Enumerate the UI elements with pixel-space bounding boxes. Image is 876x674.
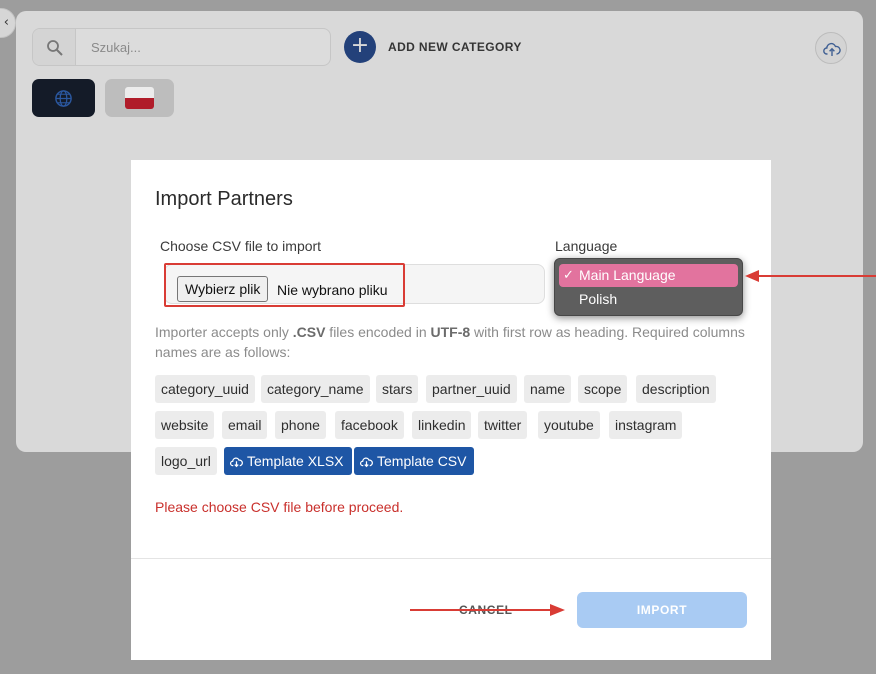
language-option-polish[interactable]: Polish [559, 288, 738, 311]
validation-error: Please choose CSV file before proceed. [155, 499, 404, 515]
column-chip: website [155, 411, 215, 439]
column-chip: instagram [609, 411, 683, 439]
column-chip: phone [275, 411, 326, 439]
import-button[interactable]: IMPORT [577, 592, 747, 628]
annotation-arrow-language [745, 270, 876, 282]
search-icon [33, 29, 76, 65]
language-tab-polish[interactable] [105, 79, 174, 117]
annotation-highlight-box [164, 263, 405, 307]
sidebar-collapse-button[interactable]: ‹ [0, 8, 16, 38]
poland-flag-icon [125, 87, 154, 109]
search-input[interactable] [76, 29, 330, 65]
language-field-label: Language [555, 238, 618, 254]
template-csv-button[interactable]: Template CSV [354, 447, 475, 475]
column-chip: youtube [538, 411, 600, 439]
language-tab-global[interactable] [32, 79, 95, 117]
column-chip: category_uuid [155, 375, 255, 403]
column-chip: email [222, 411, 268, 439]
column-chip: facebook [335, 411, 404, 439]
add-category-label[interactable]: ADD NEW CATEGORY [388, 40, 522, 54]
cloud-download-icon [359, 457, 373, 468]
cloud-upload-icon [823, 42, 841, 56]
dialog-divider [131, 558, 771, 559]
template-xlsx-button[interactable]: Template XLSX [224, 447, 352, 475]
column-chip: scope [578, 375, 628, 403]
file-field-label: Choose CSV file to import [160, 238, 322, 254]
annotation-arrow-import [410, 604, 565, 616]
column-chip: twitter [478, 411, 528, 439]
language-option-label: Polish [579, 291, 618, 307]
language-option-label: Main Language [579, 267, 676, 283]
globe-icon [55, 90, 72, 107]
import-help-text: Importer accepts only .CSV files encoded… [155, 324, 745, 360]
plus-icon: + [350, 33, 370, 58]
add-category-button[interactable]: + [344, 31, 376, 63]
dialog-title: Import Partners [155, 188, 293, 210]
column-chip: linkedin [412, 411, 472, 439]
chevron-left-icon: ‹ [3, 15, 9, 30]
import-partners-dialog: Import Partners Choose CSV file to impor… [131, 160, 771, 660]
column-chip: category_name [261, 375, 370, 403]
column-chip: description [636, 375, 716, 403]
column-chip: logo_url [155, 447, 217, 475]
column-chip: partner_uuid [426, 375, 517, 403]
search-bar [32, 28, 331, 66]
column-chip: name [524, 375, 572, 403]
language-option-main[interactable]: ✓ Main Language [559, 264, 738, 287]
language-select[interactable]: ✓ Main Language Polish [554, 258, 743, 316]
upload-button[interactable] [815, 32, 847, 64]
column-chip: stars [376, 375, 419, 403]
cloud-download-icon [229, 457, 243, 468]
checkmark-icon: ✓ [563, 268, 574, 283]
